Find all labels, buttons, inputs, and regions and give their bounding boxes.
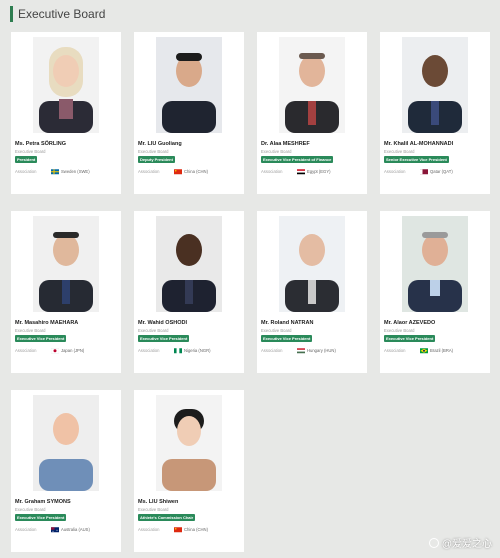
member-country: Japan (JPN)	[61, 348, 85, 353]
member-photo	[402, 216, 468, 312]
sweden-flag-icon	[51, 169, 59, 175]
china-flag-icon	[174, 527, 182, 533]
member-card[interactable]: Ms. Petra SÖRLING Executive Board Presid…	[11, 32, 121, 194]
member-subtitle: Executive Board	[15, 507, 46, 512]
member-photo	[33, 216, 99, 312]
section-title: Executive Board	[10, 6, 105, 22]
member-name: Mr. Alaor AZEVEDO	[384, 320, 436, 326]
member-role-badge: Executive Vice President of Finance	[261, 156, 334, 163]
member-card[interactable]: Ms. LIU Shiwen Executive Board Athlete's…	[134, 390, 244, 552]
member-country: China (CHN)	[184, 527, 208, 532]
member-subtitle: Executive Board	[261, 149, 292, 154]
member-card[interactable]: Mr. Alaor AZEVEDO Executive Board Execut…	[380, 211, 490, 373]
member-photo	[156, 216, 222, 312]
member-country: China (CHN)	[184, 169, 208, 174]
member-subtitle: Executive Board	[261, 328, 292, 333]
association-label: Association	[15, 169, 37, 174]
member-photo	[279, 216, 345, 312]
member-country: Brazil (BRA)	[430, 348, 454, 353]
member-country: Qatar (QAT)	[430, 169, 453, 174]
member-card[interactable]: Mr. Masahiro MAEHARA Executive Board Exe…	[11, 211, 121, 373]
member-photo	[402, 37, 468, 133]
member-card[interactable]: Dr. Alaa MESHREF Executive Board Executi…	[257, 32, 367, 194]
member-role-badge: Executive Vice President	[384, 335, 436, 342]
member-role-badge: Senior Executive Vice President	[384, 156, 449, 163]
member-subtitle: Executive Board	[138, 149, 169, 154]
member-photo	[279, 37, 345, 133]
nigeria-flag-icon	[174, 348, 182, 354]
member-card[interactable]: Mr. Graham SYMONS Executive Board Execut…	[11, 390, 121, 552]
member-subtitle: Executive Board	[138, 507, 169, 512]
member-subtitle: Executive Board	[138, 328, 169, 333]
member-subtitle: Executive Board	[15, 149, 46, 154]
watermark-text: @爱爱之心	[441, 539, 492, 550]
member-card[interactable]: Mr. Roland NATRAN Executive Board Execut…	[257, 211, 367, 373]
member-country: Hungary (HUN)	[307, 348, 336, 353]
member-name: Mr. Roland NATRAN	[261, 320, 314, 326]
watermark-logo-icon	[428, 537, 439, 548]
member-role-badge: Executive Vice President	[15, 335, 67, 342]
association-label: Association	[15, 348, 37, 353]
australia-flag-icon	[51, 527, 59, 533]
member-role-badge: Executive Vice President	[261, 335, 313, 342]
association-label: Association	[15, 527, 37, 532]
member-subtitle: Executive Board	[384, 328, 415, 333]
association-label: Association	[261, 169, 283, 174]
association-label: Association	[384, 169, 406, 174]
member-photo	[156, 395, 222, 491]
member-role-badge: Athlete's Commission Chair	[138, 514, 196, 521]
member-country: Australia (AUS)	[61, 527, 90, 532]
member-role-badge: Executive Vice President	[138, 335, 190, 342]
member-card[interactable]: Mr. LIU Guoliang Executive Board Deputy …	[134, 32, 244, 194]
egypt-flag-icon	[297, 169, 305, 175]
member-name: Mr. LIU Guoliang	[138, 141, 182, 147]
member-photo	[33, 37, 99, 133]
association-label: Association	[261, 348, 283, 353]
member-subtitle: Executive Board	[384, 149, 415, 154]
member-name: Mr. Khalil AL-MOHANNADI	[384, 141, 454, 147]
member-role-badge: Deputy President	[138, 156, 175, 163]
member-country: Sweden (SWE)	[61, 169, 90, 174]
qatar-flag-icon	[420, 169, 428, 175]
member-photo	[33, 395, 99, 491]
member-name: Mr. Wahid OSHODI	[138, 320, 187, 326]
member-subtitle: Executive Board	[15, 328, 46, 333]
member-card[interactable]: Mr. Khalil AL-MOHANNADI Executive Board …	[380, 32, 490, 194]
member-name: Ms. Petra SÖRLING	[15, 141, 67, 147]
member-role-badge: President	[15, 156, 38, 163]
member-card[interactable]: Mr. Wahid OSHODI Executive Board Executi…	[134, 211, 244, 373]
hungary-flag-icon	[297, 348, 305, 354]
member-country: Egypt (EGY)	[307, 169, 331, 174]
member-name: Ms. LIU Shiwen	[138, 499, 179, 505]
watermark: @爱爱之心	[428, 535, 492, 550]
member-role-badge: Executive Vice President	[15, 514, 67, 521]
member-name: Mr. Masahiro MAEHARA	[15, 320, 79, 326]
association-label: Association	[138, 348, 160, 353]
member-photo	[156, 37, 222, 133]
china-flag-icon	[174, 169, 182, 175]
association-label: Association	[138, 169, 160, 174]
member-country: Nigeria (NGR)	[184, 348, 211, 353]
brazil-flag-icon	[420, 348, 428, 354]
member-name: Mr. Graham SYMONS	[15, 499, 71, 505]
japan-flag-icon	[51, 348, 59, 354]
association-label: Association	[138, 527, 160, 532]
association-label: Association	[384, 348, 406, 353]
member-name: Dr. Alaa MESHREF	[261, 141, 310, 147]
